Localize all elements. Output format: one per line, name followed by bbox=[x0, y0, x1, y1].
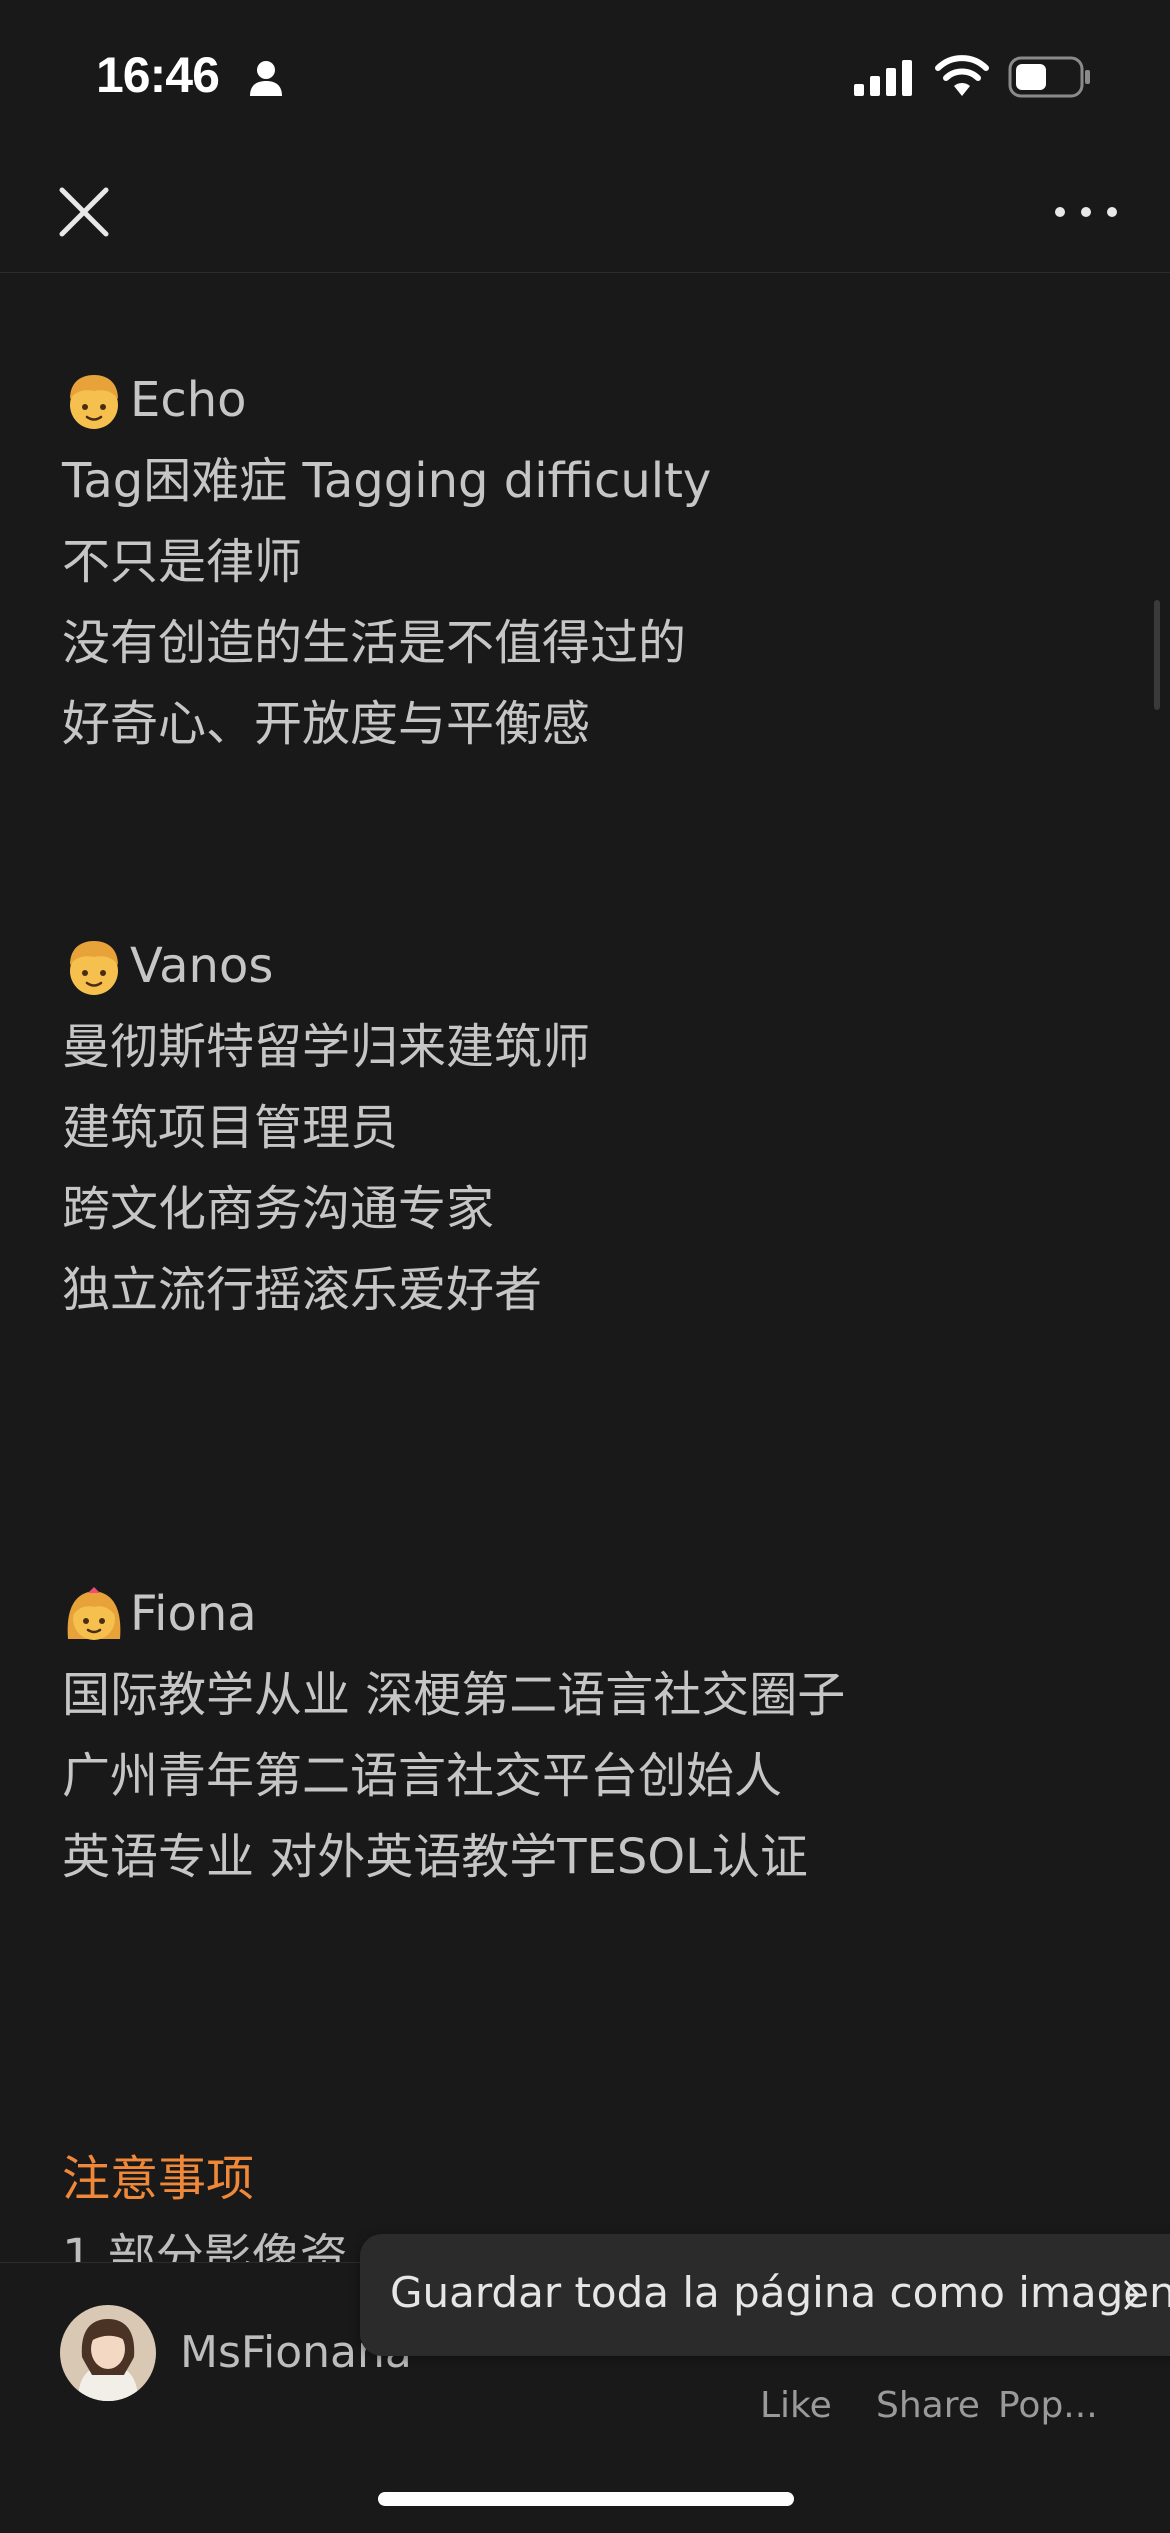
boy-emoji-icon bbox=[62, 369, 126, 433]
profile-line: 跨文化商务沟通专家 bbox=[62, 1181, 495, 1237]
profile-name-line: Vanos bbox=[62, 926, 590, 1007]
close-icon[interactable] bbox=[50, 178, 118, 246]
person-icon bbox=[250, 61, 282, 96]
like-button[interactable]: Like bbox=[760, 2385, 832, 2426]
more-icon[interactable] bbox=[1050, 178, 1122, 246]
save-page-as-image-label: Guardar toda la página como imagen bbox=[390, 2268, 1170, 2317]
top-nav bbox=[0, 150, 1170, 273]
home-indicator[interactable] bbox=[378, 2492, 794, 2506]
profile-line: 好奇心、开放度与平衡感 bbox=[62, 696, 591, 752]
profile-vanos: Vanos 曼彻斯特留学归来建筑师 建筑项目管理员 跨文化商务沟通专家 独立流行… bbox=[62, 926, 590, 1331]
status-time: 16:46 bbox=[96, 47, 220, 103]
avatar[interactable] bbox=[60, 2305, 156, 2401]
share-button[interactable]: Share bbox=[876, 2385, 980, 2426]
profile-line: 广州青年第二语言社交平台创始人 bbox=[62, 1748, 783, 1804]
pop-button[interactable]: Pop... bbox=[998, 2385, 1098, 2426]
boy-emoji-icon bbox=[62, 935, 126, 999]
girl-emoji-icon bbox=[62, 1583, 126, 1647]
battery-icon bbox=[1008, 56, 1090, 98]
profile-line: 独立流行摇滚乐爱好者 bbox=[62, 1262, 543, 1318]
notice-heading: 注意事项 bbox=[62, 2151, 255, 2207]
signal-icon bbox=[854, 60, 912, 96]
notice-partial-line: 1.部分影像资 bbox=[62, 2229, 348, 2262]
profile-name-line: Echo bbox=[62, 360, 711, 441]
profile-echo: Echo Tag困难症 Tagging difficulty 不只是律师 没有创… bbox=[62, 360, 711, 765]
profile-name: Echo bbox=[130, 372, 247, 428]
scroll-indicator[interactable] bbox=[1154, 600, 1160, 710]
profile-line: 英语专业 对外英语教学TESOL认证 bbox=[62, 1829, 808, 1885]
profile-fiona: Fiona 国际教学从业 深梗第二语言社交圈子 广州青年第二语言社交平台创始人 … bbox=[62, 1574, 845, 1898]
profile-name: Vanos bbox=[130, 938, 274, 994]
profile-line: 国际教学从业 深梗第二语言社交圈子 bbox=[62, 1667, 846, 1723]
profile-line: 建筑项目管理员 bbox=[62, 1100, 399, 1156]
profile-name: Fiona bbox=[130, 1586, 257, 1642]
chevron-right-icon bbox=[1124, 2280, 1140, 2310]
profile-line: Tag困难症 Tagging difficulty bbox=[62, 453, 712, 509]
profile-line: 没有创造的生活是不值得过的 bbox=[62, 615, 687, 671]
profile-line: 不只是律师 bbox=[62, 534, 303, 590]
status-bar: 16:46 bbox=[0, 0, 1170, 150]
profile-name-line: Fiona bbox=[62, 1574, 845, 1655]
save-page-as-image-button[interactable]: Guardar toda la página como imagen bbox=[360, 2234, 1170, 2356]
profile-line: 曼彻斯特留学归来建筑师 bbox=[62, 1019, 591, 1075]
wifi-icon bbox=[935, 55, 989, 96]
